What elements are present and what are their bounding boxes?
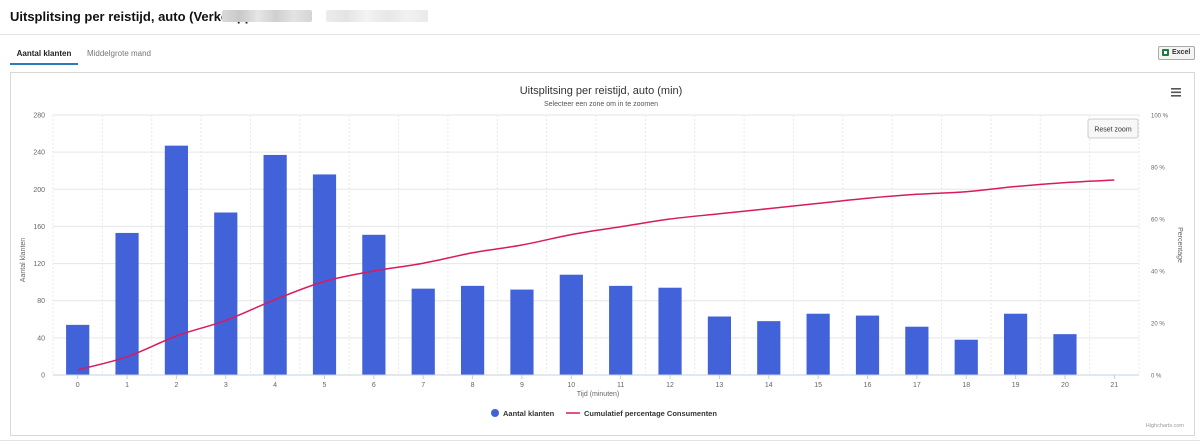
bar-aantal-klanten[interactable] bbox=[757, 321, 781, 375]
x-tick-label: 7 bbox=[421, 382, 425, 389]
y-tick-label: 80 bbox=[37, 298, 45, 305]
bar-aantal-klanten[interactable] bbox=[1003, 313, 1028, 375]
x-tick-label: 5 bbox=[323, 382, 327, 389]
bar-aantal-klanten[interactable] bbox=[707, 316, 732, 376]
x-tick-label: 16 bbox=[864, 382, 872, 389]
x-tick-label: 1 bbox=[125, 382, 129, 389]
hamburger-menu-icon[interactable] bbox=[1171, 88, 1181, 97]
chart-subtitle: Selecteer een zone om in te zoomen bbox=[544, 101, 658, 108]
page-bottom-divider bbox=[0, 440, 1200, 441]
x-tick-label: 15 bbox=[814, 382, 822, 389]
y-tick-label: 0 bbox=[41, 373, 45, 380]
reset-zoom-button[interactable]: Reset zoom bbox=[1087, 118, 1139, 139]
x-tick-label: 9 bbox=[520, 382, 524, 389]
y2-tick-label: 20 % bbox=[1151, 322, 1165, 328]
tab-aantal-klanten[interactable]: Aantal klanten bbox=[10, 45, 78, 65]
y2-tick-label: 0 % bbox=[1151, 374, 1162, 380]
x-tick-label: 10 bbox=[567, 382, 575, 389]
y-tick-label: 40 bbox=[37, 335, 45, 342]
legend-item-line[interactable]: Cumulatief percentage Consumenten bbox=[566, 409, 717, 418]
excel-export-button[interactable]: Excel bbox=[1158, 46, 1195, 60]
legend-item-bars[interactable]: Aantal klanten bbox=[491, 409, 555, 418]
bar-aantal-klanten[interactable] bbox=[658, 287, 682, 375]
bar-aantal-klanten[interactable] bbox=[164, 145, 189, 375]
bar-aantal-klanten[interactable] bbox=[510, 289, 534, 375]
x-tick-label: 14 bbox=[765, 382, 773, 389]
axis-layer: 040801201602002402800 %20 %40 %60 %80 %1… bbox=[33, 113, 1168, 390]
x-tick-label: 21 bbox=[1110, 382, 1118, 389]
x-axis-title: Tijd (minuten) bbox=[577, 391, 620, 398]
x-tick-label: 20 bbox=[1061, 382, 1069, 389]
credits-link[interactable]: Highcharts.com bbox=[1146, 423, 1185, 429]
y-tick-label: 280 bbox=[33, 113, 45, 120]
legend-bars-label: Aantal klanten bbox=[503, 409, 555, 418]
y-tick-label: 240 bbox=[33, 150, 45, 157]
bar-aantal-klanten[interactable] bbox=[1053, 334, 1077, 375]
y2-tick-label: 40 % bbox=[1151, 270, 1165, 276]
redacted-store-id bbox=[326, 10, 428, 22]
redacted-store-name bbox=[222, 10, 312, 22]
y-tick-label: 200 bbox=[33, 187, 45, 194]
page-header: Uitsplitsing per reistijd, auto (Verkoop… bbox=[0, 0, 1200, 35]
tab-middelgrote-mand[interactable]: Middelgrote mand bbox=[84, 45, 154, 63]
excel-icon bbox=[1162, 49, 1169, 56]
bar-aantal-klanten[interactable] bbox=[214, 212, 238, 376]
x-tick-label: 0 bbox=[76, 382, 80, 389]
bar-aantal-klanten[interactable] bbox=[905, 326, 929, 375]
bar-aantal-klanten[interactable] bbox=[559, 274, 583, 375]
y2-tick-label: 100 % bbox=[1151, 114, 1169, 120]
reset-zoom-label: Reset zoom bbox=[1094, 127, 1132, 134]
bar-aantal-klanten[interactable] bbox=[411, 288, 435, 375]
bar-aantal-klanten[interactable] bbox=[460, 285, 485, 375]
bar-aantal-klanten[interactable] bbox=[263, 154, 287, 375]
x-tick-label: 17 bbox=[913, 382, 921, 389]
bar-aantal-klanten[interactable] bbox=[954, 339, 978, 375]
x-tick-label: 11 bbox=[617, 382, 624, 389]
chart-title: Uitsplitsing per reistijd, auto (min) bbox=[520, 85, 683, 97]
bar-aantal-klanten[interactable] bbox=[806, 313, 830, 375]
x-tick-label: 19 bbox=[1012, 382, 1020, 389]
chart-svg[interactable]: 040801201602002402800 %20 %40 %60 %80 %1… bbox=[11, 73, 1194, 435]
legend-line-label: Cumulatief percentage Consumenten bbox=[584, 409, 717, 418]
bars-layer bbox=[66, 145, 1077, 376]
y2-tick-label: 60 % bbox=[1151, 218, 1165, 224]
y2-tick-label: 80 % bbox=[1151, 166, 1165, 172]
x-tick-label: 2 bbox=[174, 382, 178, 389]
chart-container: 0 40 80 120 160 200 240 280 0 % 20 % 40 % 60 % 80 % 1… bbox=[10, 72, 1195, 436]
bar-aantal-klanten[interactable] bbox=[855, 315, 880, 375]
y-axis-title: Aantal klanten bbox=[20, 238, 27, 282]
x-tick-label: 18 bbox=[962, 382, 970, 389]
x-tick-label: 3 bbox=[224, 382, 228, 389]
bar-aantal-klanten[interactable] bbox=[609, 285, 633, 375]
y-tick-label: 120 bbox=[33, 261, 45, 268]
x-tick-label: 8 bbox=[471, 382, 475, 389]
y2-axis-title: Percentage bbox=[1176, 227, 1183, 263]
legend: Aantal klanten Cumulatief percentage Con… bbox=[491, 409, 717, 418]
x-tick-label: 6 bbox=[372, 382, 376, 389]
bar-aantal-klanten[interactable] bbox=[312, 174, 337, 375]
y-tick-label: 160 bbox=[33, 224, 45, 231]
x-tick-label: 13 bbox=[716, 382, 724, 389]
x-tick-label: 12 bbox=[666, 382, 674, 389]
x-tick-label: 4 bbox=[273, 382, 277, 389]
legend-bars-symbol bbox=[491, 409, 499, 417]
bar-aantal-klanten[interactable] bbox=[362, 234, 386, 375]
excel-label: Excel bbox=[1172, 49, 1191, 56]
